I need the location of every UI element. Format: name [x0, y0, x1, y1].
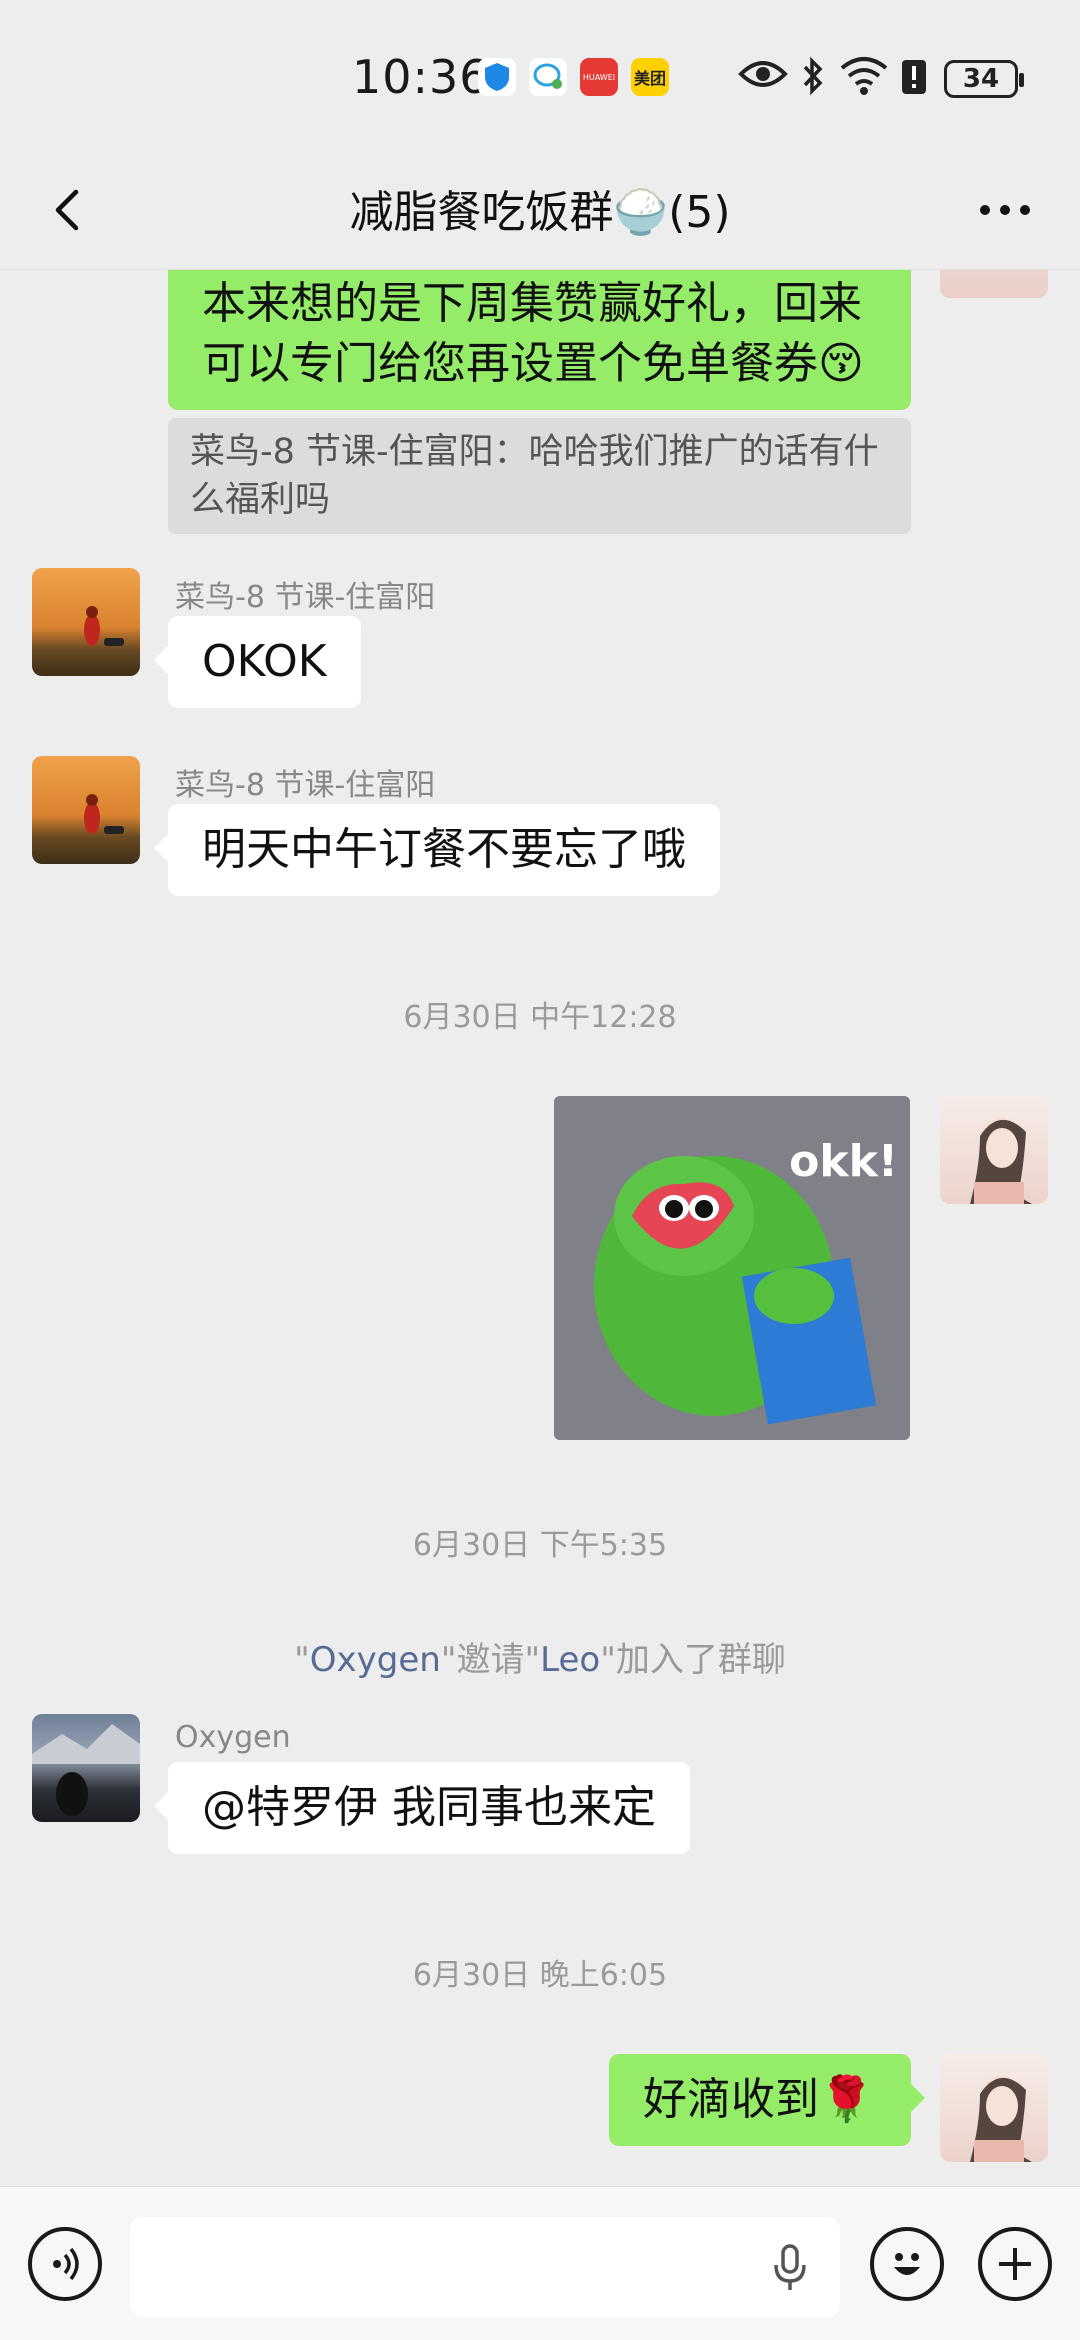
chat-message-list[interactable]: 本来想的是下周集赞赢好礼，回来可以专门给您再设置个免单餐券😚 菜鸟-8 节课-住…: [0, 270, 1080, 2186]
message-input[interactable]: [130, 2217, 840, 2317]
timestamp-divider: 6月30日 晚上6:05: [412, 1958, 668, 1993]
sticker-text: okk!: [789, 1136, 898, 1187]
avatar-cainiao[interactable]: [32, 568, 140, 676]
system-link-oxygen[interactable]: Oxygen: [310, 1640, 441, 1680]
status-time: 10:36: [352, 50, 490, 104]
chat-title: 减脂餐吃饭群🍚(5): [349, 187, 731, 238]
eye-icon: [738, 56, 788, 101]
sender-name: Oxygen: [175, 1720, 291, 1755]
bluetooth-icon: [800, 56, 826, 105]
avatar-self[interactable]: [940, 270, 1048, 298]
system-invite-message: "Oxygen"邀请"Leo"加入了群聊: [0, 1632, 1080, 1681]
message-bubble-sent[interactable]: 好滴收到🌹: [609, 2054, 925, 2146]
quoted-message[interactable]: 菜鸟-8 节课-住富阳：哈哈我们推广的话有什么福利吗: [168, 418, 911, 534]
chat-header: 减脂餐吃饭群🍚(5): [0, 150, 1080, 270]
sticker-image[interactable]: okk!: [554, 1096, 910, 1440]
sender-name: 菜鸟-8 节课-住富阳: [175, 768, 436, 803]
plus-icon[interactable]: [978, 2227, 1052, 2301]
message-bubble-received[interactable]: @特罗伊 我同事也来定: [154, 1762, 690, 1854]
system-text: "加入了群聊: [600, 1640, 786, 1680]
voice-icon[interactable]: [28, 2227, 102, 2301]
mic-icon[interactable]: [770, 2243, 810, 2297]
system-link-leo[interactable]: Leo: [540, 1640, 600, 1680]
avatar-cainiao[interactable]: [32, 756, 140, 864]
message-bubble-received[interactable]: 明天中午订餐不要忘了哦: [154, 804, 720, 896]
avatar-self[interactable]: [940, 2054, 1048, 2162]
shield-app-icon: [478, 58, 516, 96]
timestamp-divider: 6月30日 下午5:35: [412, 1528, 668, 1563]
wifi-icon: [838, 54, 890, 105]
message-bubble-sent[interactable]: 本来想的是下周集赞赢好礼，回来可以专门给您再设置个免单餐券😚: [168, 270, 911, 410]
more-dots-icon[interactable]: [970, 180, 1040, 240]
chat-input-bar: [0, 2186, 1080, 2340]
timestamp-divider: 6月30日 中午12:28: [403, 1000, 677, 1035]
alert-battery-icon: [900, 58, 928, 105]
battery-indicator: 34: [944, 60, 1024, 98]
system-text: "邀请": [440, 1640, 541, 1680]
avatar-oxygen[interactable]: [32, 1714, 140, 1822]
meituan-icon: 美团: [631, 58, 669, 96]
system-text: ": [294, 1640, 310, 1680]
huawei-store-icon: HUAWEI: [580, 58, 618, 96]
message-bubble-received[interactable]: OKOK: [154, 616, 361, 708]
avatar-self[interactable]: [940, 1096, 1048, 1204]
emoji-icon[interactable]: [870, 2227, 944, 2301]
sender-name: 菜鸟-8 节课-住富阳: [175, 580, 436, 615]
bubble-app-icon: [529, 58, 567, 96]
status-bar: 10:36 HUAWEI 美团 34: [0, 0, 1080, 150]
